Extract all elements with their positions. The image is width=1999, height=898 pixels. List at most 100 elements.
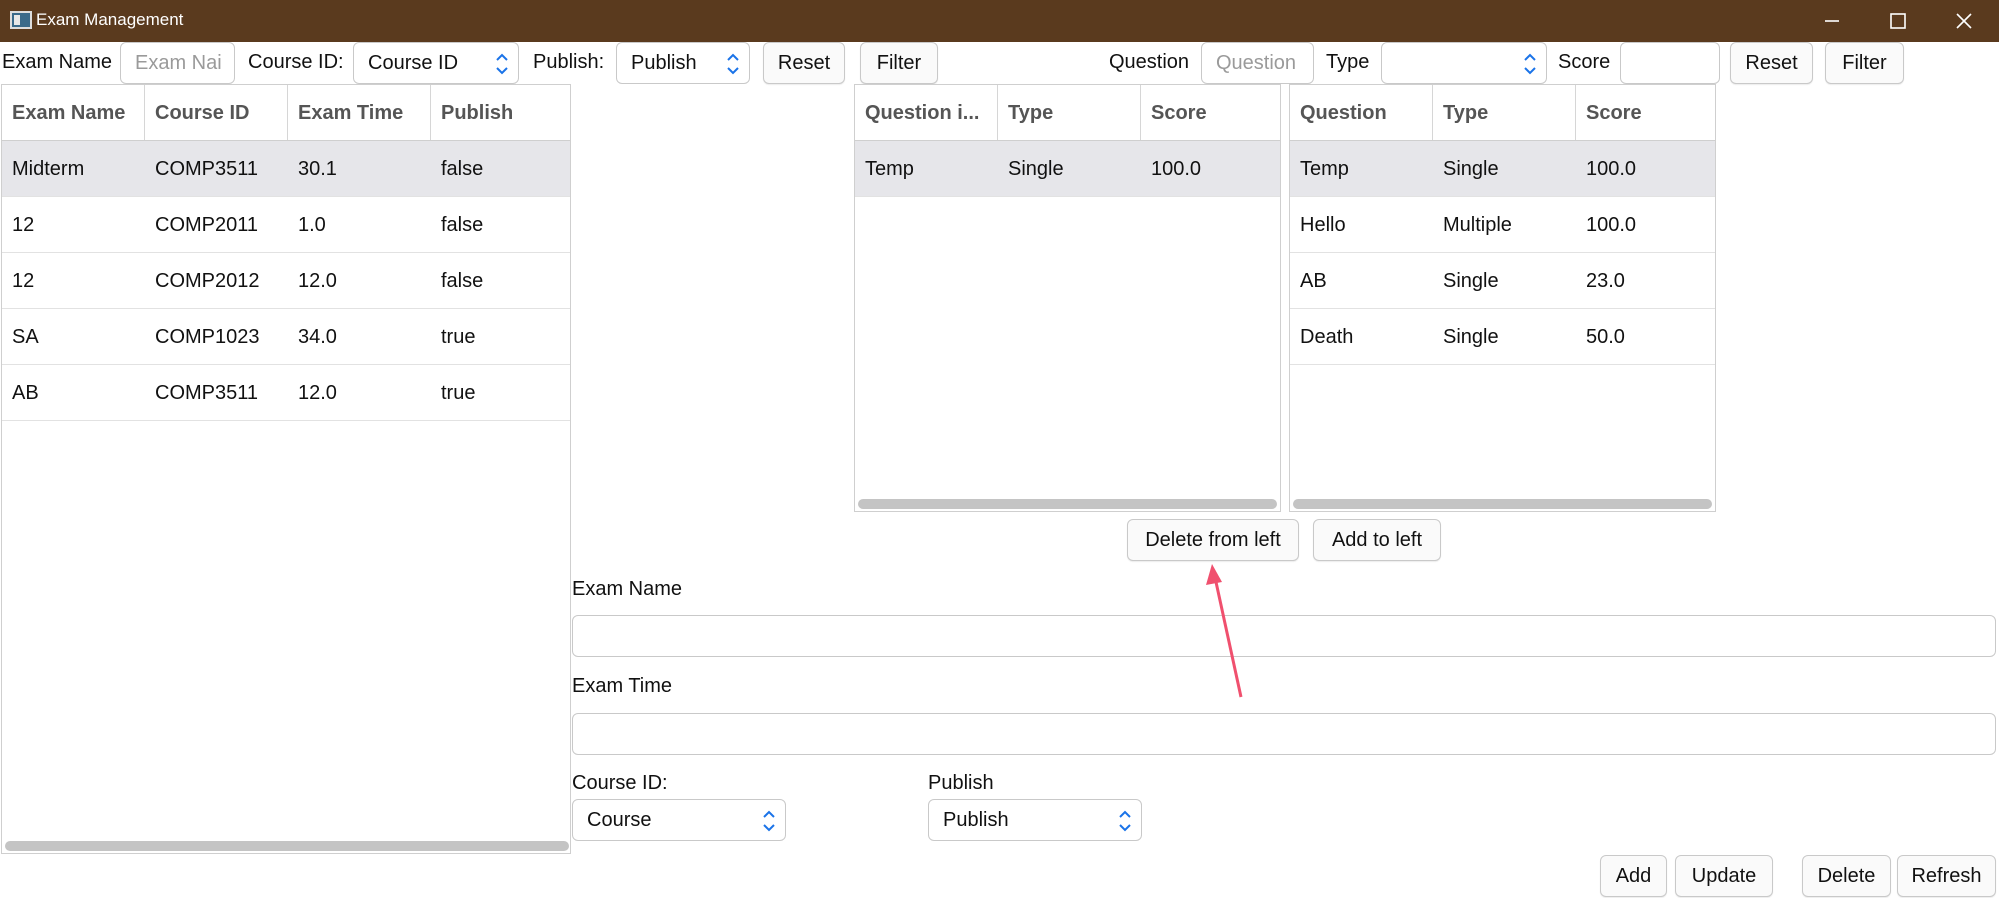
question-filter-input[interactable]: Question	[1201, 42, 1314, 84]
delete-button[interactable]: Delete	[1802, 855, 1891, 897]
table-cell: 30.1	[298, 158, 337, 180]
filter-exam-name-label: Exam Name	[2, 51, 113, 73]
minimize-icon	[1825, 20, 1839, 22]
table-cell: COMP2012	[155, 270, 260, 292]
refresh-button[interactable]: Refresh	[1897, 855, 1996, 897]
table-cell: Single	[1443, 270, 1499, 292]
table-cell: COMP1023	[155, 326, 260, 348]
form-exam-name-label: Exam Name	[572, 578, 683, 600]
title-bar: Exam Management	[0, 0, 1999, 42]
table-cell: 12.0	[298, 382, 337, 404]
close-icon	[1956, 13, 1972, 29]
type-filter-label: Type	[1326, 51, 1370, 73]
column-header-course-id[interactable]: Course ID	[145, 85, 288, 140]
window-title: Exam Management	[36, 10, 184, 29]
table-cell: Death	[1300, 326, 1354, 348]
table-cell: 12.0	[298, 270, 337, 292]
spinner-updown-icon	[496, 53, 508, 75]
filter-course-id-select[interactable]: Course ID	[353, 42, 519, 84]
table-cell: 23.0	[1586, 270, 1625, 292]
spinner-updown-icon	[1119, 810, 1131, 832]
filter-exam-name-input[interactable]: Exam Nai	[120, 42, 235, 84]
column-header-score[interactable]: Score	[1141, 85, 1280, 140]
add-to-left-button[interactable]: Add to left	[1313, 519, 1441, 561]
filter-publish-select[interactable]: Publish	[616, 42, 750, 84]
table-row[interactable]: Temp Single 100.0	[1290, 141, 1715, 197]
table-cell: Temp	[865, 158, 914, 180]
all-questions-table[interactable]: Question Type Score Temp Single 100.0 He…	[1289, 84, 1716, 512]
form-course-id-label: Course ID:	[572, 772, 668, 794]
table-row[interactable]: AB Single 23.0	[1290, 253, 1715, 309]
table-cell: SA	[12, 326, 39, 348]
maximize-button[interactable]	[1866, 0, 1930, 42]
form-exam-time-input[interactable]	[572, 713, 1996, 755]
table-cell: Midterm	[12, 158, 85, 180]
table-cell: 50.0	[1586, 326, 1625, 348]
column-header-score[interactable]: Score	[1576, 85, 1715, 140]
score-filter-input[interactable]	[1620, 42, 1720, 84]
table-row[interactable]: 12 COMP2011 1.0 false	[2, 197, 570, 253]
table-row[interactable]: Midterm COMP3511 30.1 false	[2, 141, 570, 197]
close-button[interactable]	[1932, 0, 1996, 42]
question-reset-button[interactable]: Reset	[1730, 42, 1813, 84]
column-header-exam-name[interactable]: Exam Name	[2, 85, 145, 140]
exam-questions-scrollbar[interactable]	[858, 499, 1277, 509]
exam-questions-table-header: Question i... Type Score	[855, 85, 1280, 141]
filter-reset-button[interactable]: Reset	[763, 42, 845, 84]
filter-button[interactable]: Filter	[860, 42, 938, 84]
form-exam-name-input[interactable]	[572, 615, 1996, 657]
table-cell: false	[441, 214, 484, 236]
filter-publish-value: Publish	[631, 52, 697, 74]
question-filter-button[interactable]: Filter	[1825, 42, 1904, 84]
table-cell: Single	[1443, 326, 1499, 348]
column-header-question[interactable]: Question	[1290, 85, 1433, 140]
table-row[interactable]: Hello Multiple 100.0	[1290, 197, 1715, 253]
table-row[interactable]: SA COMP1023 34.0 true	[2, 309, 570, 365]
table-row[interactable]: Temp Single 100.0	[855, 141, 1280, 197]
column-header-exam-time[interactable]: Exam Time	[288, 85, 431, 140]
form-publish-label: Publish	[928, 772, 994, 794]
table-cell: true	[441, 326, 476, 348]
table-cell: COMP3511	[155, 382, 259, 404]
table-cell: Hello	[1300, 214, 1346, 236]
column-header-publish[interactable]: Publish	[431, 85, 570, 140]
update-button[interactable]: Update	[1675, 855, 1773, 897]
table-cell: Single	[1008, 158, 1064, 180]
exam-table-scrollbar[interactable]	[5, 841, 569, 851]
exam-table-header: Exam Name Course ID Exam Time Publish	[2, 85, 570, 141]
exam-questions-table[interactable]: Question i... Type Score Temp Single 100…	[854, 84, 1281, 512]
table-row[interactable]: 12 COMP2012 12.0 false	[2, 253, 570, 309]
column-header-type[interactable]: Type	[998, 85, 1141, 140]
minimize-button[interactable]	[1800, 0, 1864, 42]
table-cell: 34.0	[298, 326, 337, 348]
column-header-type[interactable]: Type	[1433, 85, 1576, 140]
score-filter-label: Score	[1558, 51, 1611, 73]
table-cell: false	[441, 158, 484, 180]
filter-course-id-label: Course ID:	[248, 51, 344, 73]
table-cell: 12	[12, 214, 35, 236]
table-cell: COMP2011	[155, 214, 259, 236]
delete-from-left-button[interactable]: Delete from left	[1127, 519, 1299, 561]
maximize-icon	[1890, 13, 1906, 29]
all-questions-scrollbar[interactable]	[1293, 499, 1712, 509]
spinner-updown-icon	[1524, 53, 1536, 75]
table-cell: AB	[12, 382, 39, 404]
exam-table[interactable]: Exam Name Course ID Exam Time Publish Mi…	[1, 84, 571, 854]
table-cell: 1.0	[298, 214, 326, 236]
table-row[interactable]: AB COMP3511 12.0 true	[2, 365, 570, 421]
type-filter-select[interactable]	[1381, 42, 1547, 84]
form-exam-time-label: Exam Time	[572, 675, 673, 697]
filter-course-id-value: Course ID	[368, 52, 459, 74]
table-cell: Single	[1443, 158, 1499, 180]
table-cell: 100.0	[1586, 158, 1637, 180]
column-header-question-id[interactable]: Question i...	[855, 85, 998, 140]
all-questions-table-header: Question Type Score	[1290, 85, 1715, 141]
form-publish-select[interactable]: Publish	[928, 799, 1142, 841]
table-cell: Multiple	[1443, 214, 1512, 236]
table-row[interactable]: Death Single 50.0	[1290, 309, 1715, 365]
add-button[interactable]: Add	[1600, 855, 1667, 897]
form-course-id-select[interactable]: Course	[572, 799, 786, 841]
form-course-id-value: Course	[587, 809, 652, 831]
spinner-updown-icon	[727, 53, 739, 75]
table-cell: 100.0	[1151, 158, 1202, 180]
